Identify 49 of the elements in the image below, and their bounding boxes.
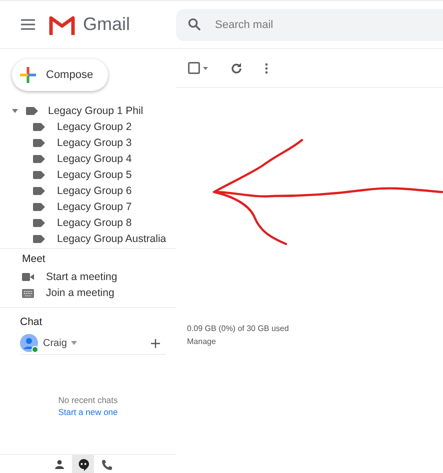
- label-tag-icon: [33, 235, 45, 243]
- video-camera-icon: [22, 273, 34, 281]
- label-tag-icon: [33, 139, 45, 147]
- search-bar[interactable]: Search mail: [176, 8, 443, 40]
- search-icon: [188, 18, 201, 31]
- label-tag-icon: [33, 123, 45, 131]
- empty-chat-text: No recent chats: [58, 395, 118, 405]
- phone-icon: [102, 460, 112, 470]
- caret-icon[interactable]: [70, 341, 77, 345]
- avatar-icon: [20, 334, 39, 352]
- label-tag-icon: [33, 187, 45, 195]
- envelope-logo-icon: [49, 14, 75, 34]
- label-item[interactable]: Legacy Group Australia: [0, 231, 176, 247]
- section-title: Meet: [22, 253, 46, 265]
- label-item[interactable]: Legacy Group 3: [0, 135, 176, 151]
- select-all-checkbox[interactable]: [188, 62, 200, 74]
- compose-button[interactable]: Compose: [12, 59, 108, 91]
- start-chat-link[interactable]: Start a new one: [58, 407, 118, 417]
- caret-icon[interactable]: [203, 66, 208, 70]
- plus-icon: [20, 67, 36, 83]
- label-tag-icon: [26, 107, 38, 115]
- label-item[interactable]: Legacy Group 5: [0, 167, 176, 183]
- label-tag-icon: [33, 219, 45, 227]
- meet-item[interactable]: Join a meeting: [22, 285, 176, 301]
- meet-item[interactable]: Start a meeting: [22, 269, 176, 285]
- plus-icon[interactable]: [151, 338, 160, 348]
- label-tag-icon: [33, 171, 45, 179]
- menu-icon[interactable]: [21, 19, 35, 30]
- chat-bubble-icon: [78, 458, 88, 470]
- logo-text: Gmail: [83, 14, 130, 35]
- storage-usage-text: 0.09 GB (0%) of 30 GB used: [187, 323, 289, 335]
- label-item[interactable]: Legacy Group 7: [0, 199, 176, 215]
- person-icon: [54, 460, 64, 469]
- manage-link[interactable]: Manage: [187, 337, 216, 346]
- search-field[interactable]: Search mail: [213, 18, 417, 32]
- label-item[interactable]: Legacy Group 4: [0, 151, 176, 167]
- caret-icon[interactable]: [12, 109, 18, 113]
- keyboard-icon: [22, 288, 34, 298]
- user-name[interactable]: Craig: [43, 338, 67, 348]
- section-title: Chat: [20, 316, 44, 328]
- refresh-icon[interactable]: [231, 62, 242, 74]
- label-item[interactable]: Legacy Group 6: [0, 183, 176, 199]
- label-item[interactable]: Legacy Group 1 Phil: [0, 103, 176, 119]
- label-item[interactable]: Legacy Group 8: [0, 215, 176, 231]
- label-item[interactable]: Legacy Group 2: [0, 119, 176, 135]
- label-tag-icon: [33, 203, 45, 211]
- label-tag-icon: [33, 155, 45, 163]
- chat-tab[interactable]: [72, 455, 94, 473]
- more-options-icon[interactable]: [265, 62, 268, 74]
